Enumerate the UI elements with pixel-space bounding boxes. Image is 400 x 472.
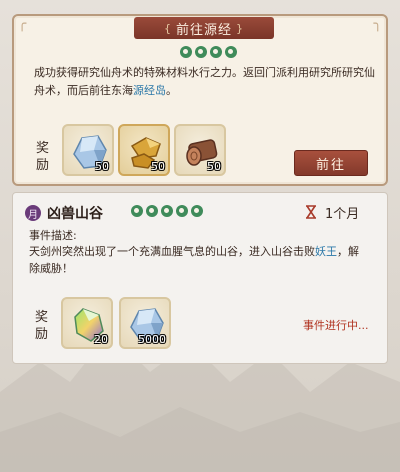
reward-item-gold-ore[interactable]: 50: [118, 124, 170, 176]
event-duration: 1个月: [325, 207, 360, 222]
reward-item-blue-crystal[interactable]: 5000: [119, 297, 171, 349]
quest-title: 前往源经: [175, 22, 232, 38]
event-status: 事件进行中...: [303, 319, 369, 332]
event-description-label: 事件描述:: [29, 229, 77, 242]
hourglass-icon: [306, 205, 316, 219]
event-reward-label: 奖励: [35, 310, 49, 342]
difficulty-swirls: [131, 205, 203, 217]
quest-description: 成功获得研究仙舟术的特殊材料水行之力。返回门派利用研究所研究仙舟术，而后前往东海…: [34, 64, 376, 100]
month-badge-icon: 月: [25, 205, 41, 221]
event-description-text: 天剑州突然出现了一个充满血腥气息的山谷，进入山谷击败: [29, 245, 315, 258]
bracket-left-icon: {: [163, 21, 172, 35]
reward-count: 20: [94, 333, 108, 346]
difficulty-swirls: [180, 46, 237, 58]
reward-count: 50: [151, 160, 165, 173]
swirl-icon: [131, 205, 143, 217]
swirl-icon: [176, 205, 188, 217]
reward-count: 50: [207, 160, 221, 173]
swirl-icon: [191, 205, 203, 217]
event-description: 天剑州突然出现了一个充满血腥气息的山谷，进入山谷击败妖王，解除威胁！: [29, 243, 369, 277]
quest-description-text: 成功获得研究仙舟术的特殊材料水行之力。返回门派利用研究所研究仙舟术，而后前往东海: [34, 66, 375, 97]
event-card: 月 凶兽山谷 1个月 事件描述: 天剑州突然出现了一个充满血腥气息的山谷，进入山…: [12, 192, 388, 364]
swirl-icon: [161, 205, 173, 217]
go-button[interactable]: 前往: [294, 150, 368, 176]
swirl-icon: [225, 46, 237, 58]
reward-item-blue-crystal[interactable]: 50: [62, 124, 114, 176]
corner-ornament-icon: ╮: [373, 16, 382, 32]
event-title: 凶兽山谷: [47, 206, 103, 222]
swirl-icon: [146, 205, 158, 217]
reward-count: 50: [95, 160, 109, 173]
reward-count: 5000: [138, 333, 166, 346]
quest-title-banner: { 前往源经 }: [134, 17, 274, 39]
swirl-icon: [180, 46, 192, 58]
quest-reward-label: 奖励: [36, 141, 50, 173]
quest-card: ╭ ╮ { 前往源经 } 成功获得研究仙舟术的特殊材料水行之力。返回门派利用研究…: [12, 14, 388, 186]
quest-description-end: 。: [166, 84, 177, 97]
swirl-icon: [195, 46, 207, 58]
reward-item-wood-log[interactable]: 50: [174, 124, 226, 176]
swirl-icon: [210, 46, 222, 58]
quest-location-link[interactable]: 源经岛: [133, 84, 166, 97]
event-boss-link[interactable]: 妖王: [315, 245, 337, 258]
corner-ornament-icon: ╭: [18, 16, 27, 32]
bracket-right-icon: }: [236, 21, 244, 35]
reward-item-rainbow-crystal[interactable]: 20: [61, 297, 113, 349]
